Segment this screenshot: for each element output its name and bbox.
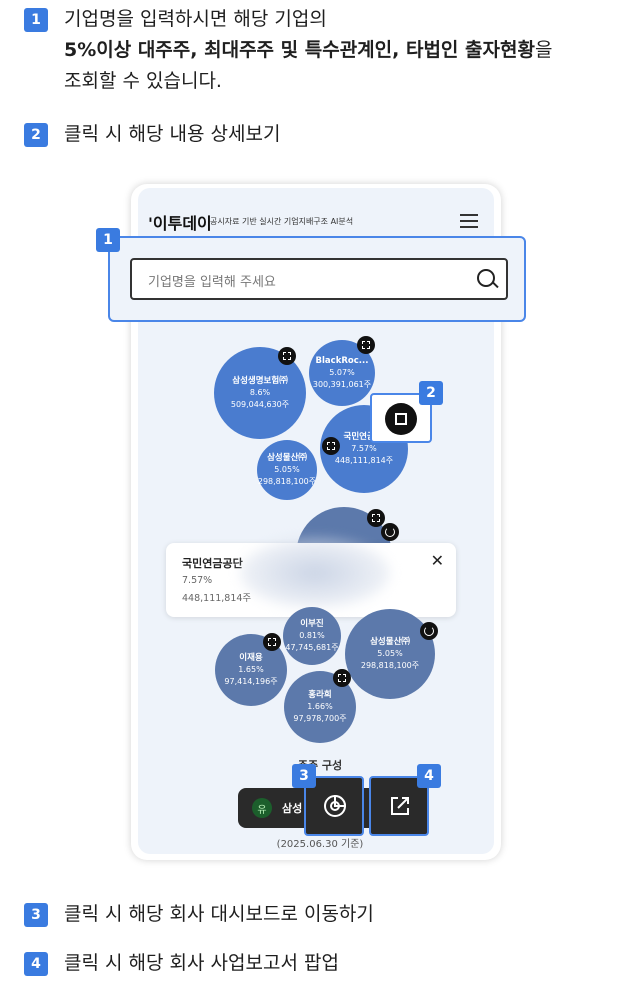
step-2-text: 클릭 시 해당 내용 상세보기 (64, 123, 281, 145)
step-3: 3 클릭 시 해당 회사 대시보드로 이동하기 (24, 903, 374, 930)
bubble-name: 홍라희 (308, 690, 332, 700)
bubble-pct: 1.65% (238, 665, 264, 674)
step-1-badge: 1 (24, 8, 48, 32)
search-input[interactable]: 기업명을 입력해 주세요 (130, 258, 508, 300)
step-1-text: 기업명을 입력하시면 해당 기업의 5%이상 대주주, 최대주주 및 특수관계인… (64, 4, 552, 97)
bubble-lee-boojin[interactable]: 이부진 0.81% 47,745,681주 (283, 607, 341, 665)
step-1-line2-tail: 을 (534, 39, 553, 61)
bubble-shares: 97,978,700주 (293, 714, 347, 723)
step-4: 4 클릭 시 해당 회사 사업보고서 팝업 (24, 952, 339, 979)
listed-badge: 유 (252, 798, 272, 818)
menu-icon[interactable] (460, 214, 478, 228)
section-label: 주주 구성 (297, 759, 343, 772)
bubble-pct: 5.07% (329, 368, 355, 377)
step-1-line2: 5%이상 대주주, 최대주주 및 특수관계인, 타법인 출자현황을 (64, 35, 552, 66)
bubble-name: 이재용 (239, 653, 263, 663)
company-name: 삼성 (282, 802, 303, 815)
expand-icon[interactable] (385, 403, 417, 435)
close-icon[interactable]: ✕ (431, 551, 444, 570)
callout-badge-4: 4 (417, 764, 441, 788)
blur-overlay (240, 538, 390, 608)
step-3-text: 클릭 시 해당 회사 대시보드로 이동하기 (64, 903, 374, 925)
base-date: (2025.06.30 기준) (276, 839, 364, 850)
bubble-pct: 0.81% (299, 631, 325, 640)
bubble-pct: 5.05% (377, 649, 403, 658)
bubble-shares: 47,745,681주 (285, 643, 339, 652)
callout-badge-2: 2 (419, 381, 443, 405)
search-icon[interactable] (477, 269, 495, 287)
expand-icon[interactable] (263, 633, 281, 651)
bubble-shares: 298,818,100주 (257, 477, 317, 486)
popup-pct: 7.57% (182, 575, 213, 586)
bubble-pct: 8.6% (249, 388, 271, 397)
pie-chart-icon (324, 794, 347, 817)
callout-badge-3: 3 (292, 764, 316, 788)
pie-chart-icon[interactable] (381, 523, 399, 541)
bubble-name: 삼성물산㈜ (267, 453, 307, 463)
expand-icon[interactable] (322, 437, 340, 455)
expand-icon[interactable] (367, 509, 385, 527)
app-logo: '이투데이 (148, 214, 212, 233)
step-4-badge: 4 (24, 952, 48, 976)
step-2: 2 클릭 시 해당 내용 상세보기 (24, 123, 280, 150)
step-1: 1 기업명을 입력하시면 해당 기업의 5%이상 대주주, 최대주주 및 특수관… (24, 8, 552, 97)
expand-icon[interactable] (278, 347, 296, 365)
bubble-name: 이부진 (300, 619, 324, 629)
bubble-shares: 97,414,196주 (224, 677, 278, 686)
bubble-shares: 300,391,061주 (312, 380, 372, 389)
bubble-shares: 509,044,630주 (230, 400, 290, 409)
pie-chart-icon[interactable] (420, 622, 438, 640)
step-2-badge: 2 (24, 123, 48, 147)
bubble-pct: 5.05% (274, 465, 300, 474)
step-3-badge: 3 (24, 903, 48, 927)
bubble-shares: 298,818,100주 (360, 661, 420, 670)
external-link-icon (391, 797, 409, 815)
bubble-shares: 448,111,814주 (334, 456, 394, 465)
bubble-samsung-cnt-2[interactable]: 삼성물산㈜ 5.05% 298,818,100주 (345, 609, 435, 699)
popup-shares: 448,111,814주 (182, 593, 252, 604)
bubble-name: 삼성물산㈜ (370, 637, 410, 647)
search-placeholder: 기업명을 입력해 주세요 (148, 275, 276, 290)
bubble-pct: 1.66% (307, 702, 333, 711)
step-1-line2-bold: 5%이상 대주주, 최대주주 및 특수관계인, 타법인 출자현황 (64, 39, 535, 61)
step-1-line3: 조회할 수 있습니다. (64, 70, 222, 92)
bubble-name: 삼성생명보험㈜ (232, 376, 288, 386)
expand-icon[interactable] (357, 336, 375, 354)
callout-badge-1: 1 (96, 228, 120, 252)
expand-icon[interactable] (333, 669, 351, 687)
popup-title: 국민연금공단 (182, 557, 243, 570)
bubble-name: BlackRoc... (315, 356, 369, 366)
app-tagline: 공시자료 기반 실시간 기업지배구조 AI분석 (210, 217, 354, 226)
step-1-line1: 기업명을 입력하시면 해당 기업의 (64, 8, 327, 30)
bubble-pct: 7.57% (351, 444, 377, 453)
step-4-text: 클릭 시 해당 회사 사업보고서 팝업 (64, 952, 339, 974)
bubble-samsung-cnt[interactable]: 삼성물산㈜ 5.05% 298,818,100주 (257, 440, 317, 500)
